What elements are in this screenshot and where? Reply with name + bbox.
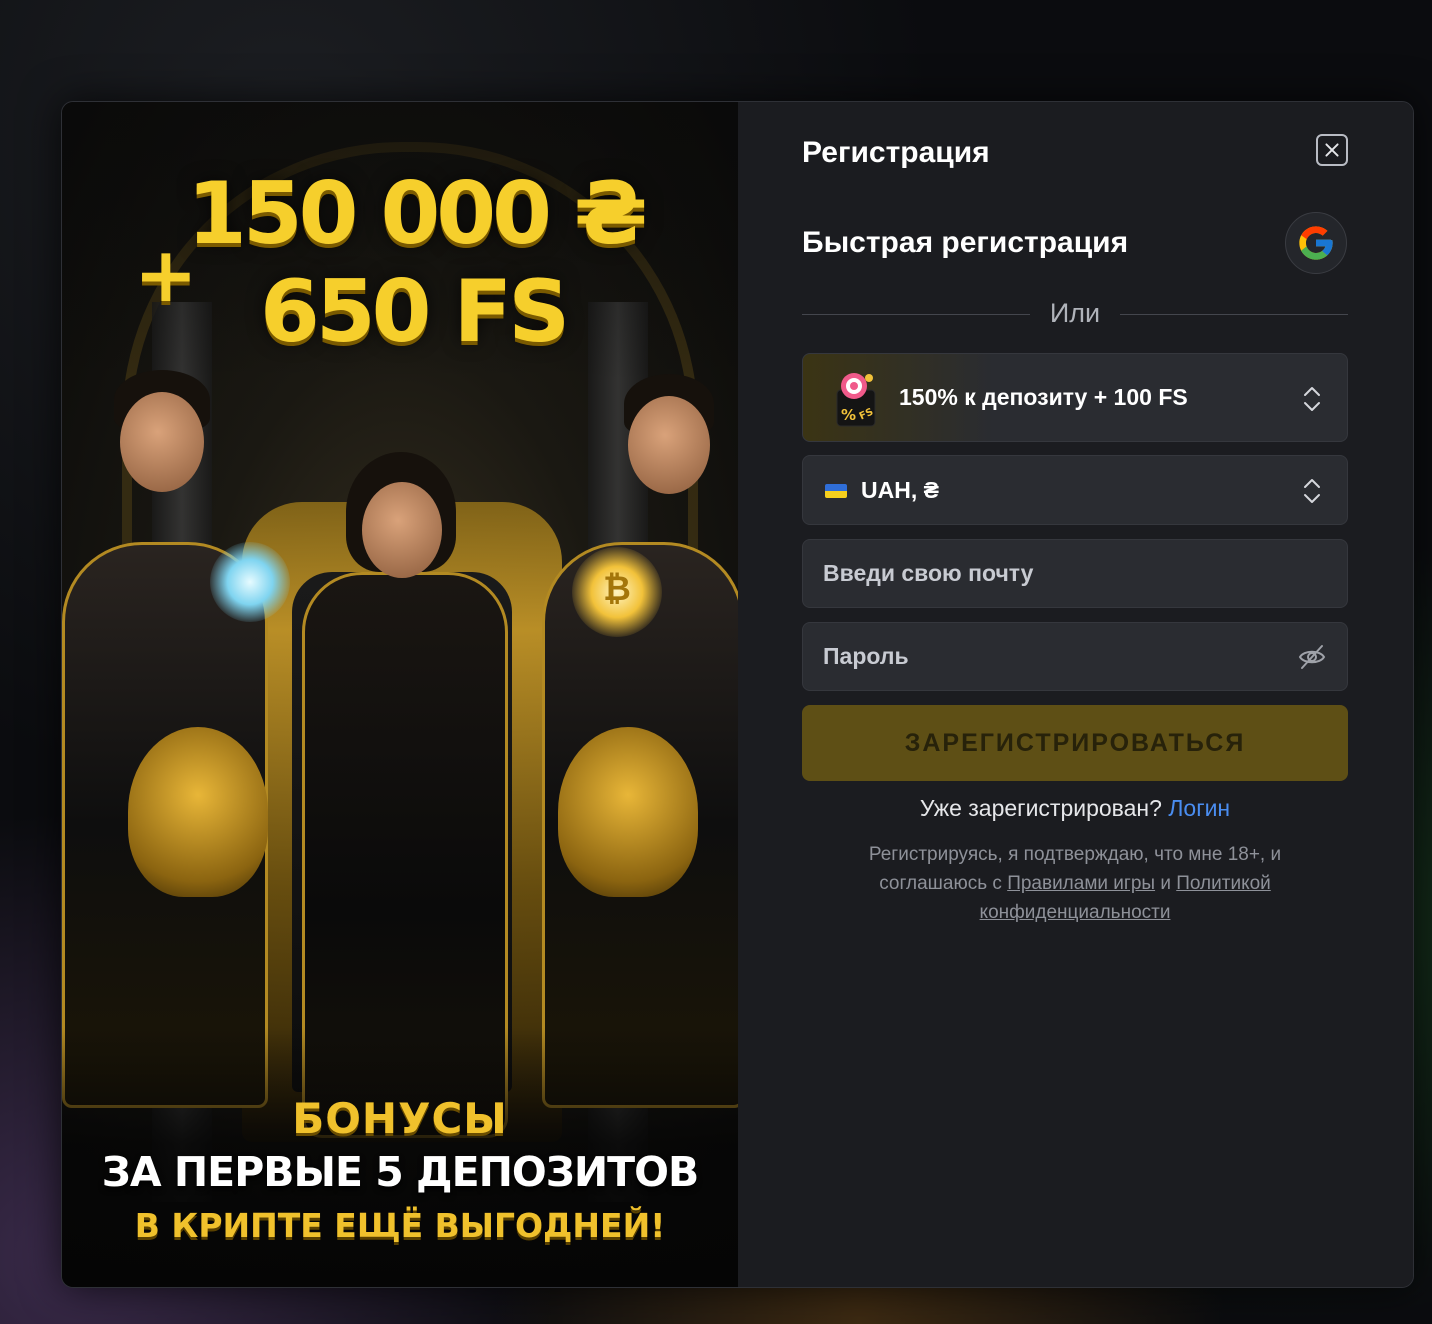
password-field[interactable] — [803, 623, 1347, 690]
left-guardian-head — [120, 392, 204, 492]
close-button[interactable] — [1316, 134, 1348, 166]
bonus-select[interactable]: % FS 150% к депозиту + 100 FS — [802, 353, 1348, 442]
or-separator: Или — [1049, 298, 1101, 328]
quick-registration-title: Быстрая регистрация — [802, 226, 1129, 259]
currency-select[interactable]: UAH, ₴ — [802, 455, 1348, 525]
login-link[interactable]: Логин — [1168, 795, 1230, 821]
currency-select-label: UAH, ₴ — [861, 477, 939, 503]
promo-bonus-subheading: ЗА ПЕРВЫЕ 5 ДЕПОЗИТОВ — [101, 1148, 700, 1196]
chevron-updown-icon — [1304, 387, 1320, 411]
chevron-updown-icon — [1304, 479, 1320, 503]
password-field-wrapper — [802, 622, 1348, 691]
queen-head — [362, 482, 442, 578]
divider-right — [1120, 314, 1348, 315]
bonus-select-label: 150% к депозиту + 100 FS — [899, 384, 1188, 410]
promo-bonus-heading: БОНУСЫ — [292, 1094, 508, 1143]
close-icon — [1325, 143, 1339, 157]
modal-title: Регистрация — [802, 136, 990, 169]
eye-off-icon[interactable] — [1297, 643, 1327, 671]
divider-left — [802, 314, 1030, 315]
email-field[interactable] — [803, 540, 1347, 607]
lion-right — [558, 727, 698, 897]
promo-free-spins: 650 FS — [260, 262, 570, 362]
bonus-box-icon: % FS — [836, 373, 876, 427]
bitcoin-orb-icon: ₿ — [572, 547, 662, 637]
registration-form: Регистрация Быстрая регистрация Или % FS… — [738, 102, 1413, 1287]
right-guardian-head — [628, 396, 710, 494]
promo-plus: + — [134, 230, 198, 319]
register-button[interactable]: ЗАРЕГИСТРИРОВАТЬСЯ — [802, 705, 1348, 781]
ethereum-orb-icon — [210, 542, 290, 622]
promo-amount: 150 000 ₴ — [187, 164, 648, 264]
email-field-wrapper — [802, 539, 1348, 608]
promo-banner: ₿ 150 000 ₴ + 650 FS БОНУСЫ ЗА ПЕРВЫЕ 5 … — [62, 102, 738, 1287]
promo-bonus-crypto: В КРИПТЕ ЕЩЁ ВЫГОДНЕЙ! — [134, 1206, 666, 1245]
google-signin-button[interactable] — [1285, 212, 1347, 274]
google-icon — [1299, 226, 1333, 260]
terms-notice: Регистрируясь, я подтверждаю, что мне 18… — [842, 840, 1308, 927]
login-prompt: Уже зарегистрирован? Логин — [802, 795, 1348, 822]
svg-text:%: % — [841, 406, 856, 424]
rules-link[interactable]: Правилами игры — [1007, 873, 1155, 894]
ua-flag-icon — [825, 484, 847, 498]
terms-and: и — [1160, 873, 1171, 894]
already-registered-text: Уже зарегистрирован? — [919, 795, 1162, 821]
registration-modal: ₿ 150 000 ₴ + 650 FS БОНУСЫ ЗА ПЕРВЫЕ 5 … — [61, 101, 1414, 1288]
lion-left — [128, 727, 268, 897]
